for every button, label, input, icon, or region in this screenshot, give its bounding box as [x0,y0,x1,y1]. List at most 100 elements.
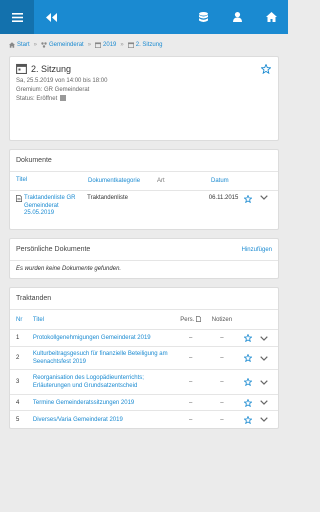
chevron-down-icon [260,417,268,422]
agenda-expand-button[interactable] [256,379,272,385]
agenda-personal: – [188,379,193,385]
agenda-heading: Traktanden [10,288,278,310]
breadcrumb: Start » Gemeinderat » 2019 » 2. Sitzung [0,34,288,56]
agenda-star-button[interactable] [240,354,256,362]
session-title: 2. Sitzung [16,63,272,74]
user-button[interactable] [220,0,254,34]
session-gremium: Gremium: GR Gemeinderat [16,87,90,93]
breadcrumb-separator: » [33,42,38,48]
documents-heading: Dokumente [10,150,278,172]
agenda-expand-button[interactable] [256,355,272,361]
document-expand-button[interactable] [256,195,272,225]
document-icon [16,195,22,202]
agenda-expand-button[interactable] [256,417,272,422]
star-outline-icon [244,415,253,424]
top-app-bar [0,0,288,34]
favorite-star-button[interactable] [260,63,272,76]
document-category: Traktandenliste [87,195,128,201]
agenda-notes: – [220,355,224,361]
agenda-card: Traktanden Nr Titel Pers. Notizen 1 Proto… [9,287,279,429]
agenda-row: 5 Diverses/Varia Gemeinderat 2019 – – [10,411,278,428]
agenda-star-button[interactable] [240,378,256,386]
document-star-button[interactable] [240,195,256,225]
agenda-star-button[interactable] [240,398,256,407]
calendar-icon [127,42,134,48]
chevron-down-icon [260,400,268,405]
star-outline-icon [244,354,253,362]
personal-documents-heading: Persönliche Dokumente [16,246,91,253]
chevron-down-icon [260,355,268,361]
documents-card: Dokumente Titel Dokumentkategorie Art Da… [9,149,279,230]
user-icon [232,12,242,22]
breadcrumb-start[interactable]: Start [9,42,30,48]
agenda-notes: – [220,335,224,341]
agenda-notes: – [220,399,224,406]
home-icon [9,42,15,48]
agenda-expand-button[interactable] [256,335,272,341]
agenda-personal: – [188,335,193,341]
home-button[interactable] [254,0,288,34]
agenda-personal: – [188,416,193,423]
status-indicator [60,95,67,101]
document-date: 06.11.2015 [208,195,239,201]
collapse-button[interactable] [34,0,68,34]
agenda-number: 1 [16,335,20,341]
column-personal: Pers. [178,316,204,323]
breadcrumb-gemeinderat[interactable]: Gemeinderat [41,42,84,48]
agenda-table-header: Nr Titel Pers. Notizen [10,310,278,330]
agenda-personal: – [188,399,193,406]
star-outline-icon [244,195,253,203]
session-datetime: Sa, 25.5.2019 von 14:00 bis 18:00 [16,78,108,84]
chevron-down-icon [260,379,268,385]
agenda-number: 3 [16,379,20,385]
session-meta: Sa, 25.5.2019 von 14:00 bis 18:00 Gremiu… [16,77,272,104]
agenda-star-button[interactable] [240,415,256,424]
agenda-star-button[interactable] [240,334,256,342]
agenda-row: 2 Kulturbeitragsgesuch für finanzielle Be… [10,347,278,370]
column-category[interactable]: Dokumentkategorie [88,178,157,184]
breadcrumb-year[interactable]: 2019 [95,42,116,48]
double-chevron-left-icon [45,12,57,22]
database-button[interactable] [186,0,220,34]
org-icon [41,42,47,48]
personal-documents-header: Persönliche Dokumente Hinzufügen [10,239,278,261]
add-document-link[interactable]: Hinzufügen [242,247,272,253]
agenda-row: 1 Protokollgenehmigungen Gemeinderat 2019… [10,330,278,347]
documents-table-header: Titel Dokumentkategorie Art Datum [10,172,278,191]
agenda-title-link[interactable]: Termine Gemeinderatssitzungen 2019 [33,399,178,407]
document-icon [196,316,201,322]
session-status: Status: Eröffnet [16,95,272,104]
agenda-row: 4 Termine Gemeinderatssitzungen 2019 – – [10,395,278,411]
menu-button[interactable] [0,0,34,34]
star-outline-icon [244,378,253,386]
star-outline-icon [244,334,253,342]
document-row: Traktandenliste GR Gemeinderat 25.05.201… [10,191,278,229]
agenda-number: 5 [16,416,20,423]
calendar-icon [95,42,102,48]
agenda-expand-button[interactable] [256,400,272,405]
column-title[interactable]: Titel [16,177,88,185]
breadcrumb-session[interactable]: 2. Sitzung [127,42,162,48]
column-nr[interactable]: Nr [16,317,33,323]
agenda-title-link[interactable]: Diverses/Varia Gemeinderat 2019 [33,416,178,424]
column-date[interactable]: Datum [211,178,243,184]
calendar-icon [16,63,27,74]
agenda-list: 1 Protokollgenehmigungen Gemeinderat 2019… [10,330,278,428]
agenda-number: 2 [16,355,20,361]
agenda-notes: – [220,416,224,423]
agenda-title-link[interactable]: Kulturbeitragsgesuch für finanzielle Bet… [33,350,178,366]
agenda-notes: – [220,379,224,385]
column-title[interactable]: Titel [33,316,178,324]
agenda-row: 3 Reorganisation des Logopädieunterrichts… [10,370,278,395]
column-notes: Notizen [211,316,233,323]
agenda-title-link[interactable]: Protokollgenehmigungen Gemeinderat 2019 [33,334,178,342]
home-icon [265,12,277,22]
breadcrumb-separator: » [120,42,124,48]
agenda-title-link[interactable]: Reorganisation des Logopädieunterrichts;… [33,374,178,390]
document-art [155,195,208,225]
column-art: Art [157,178,165,184]
empty-state-text: Es wurden keine Dokumente gefunden. [16,266,122,272]
database-icon [198,11,208,22]
document-link[interactable]: Traktandenliste GR Gemeinderat 25.05.201… [16,195,87,225]
personal-documents-card: Persönliche Dokumente Hinzufügen Es wurd… [9,238,279,279]
